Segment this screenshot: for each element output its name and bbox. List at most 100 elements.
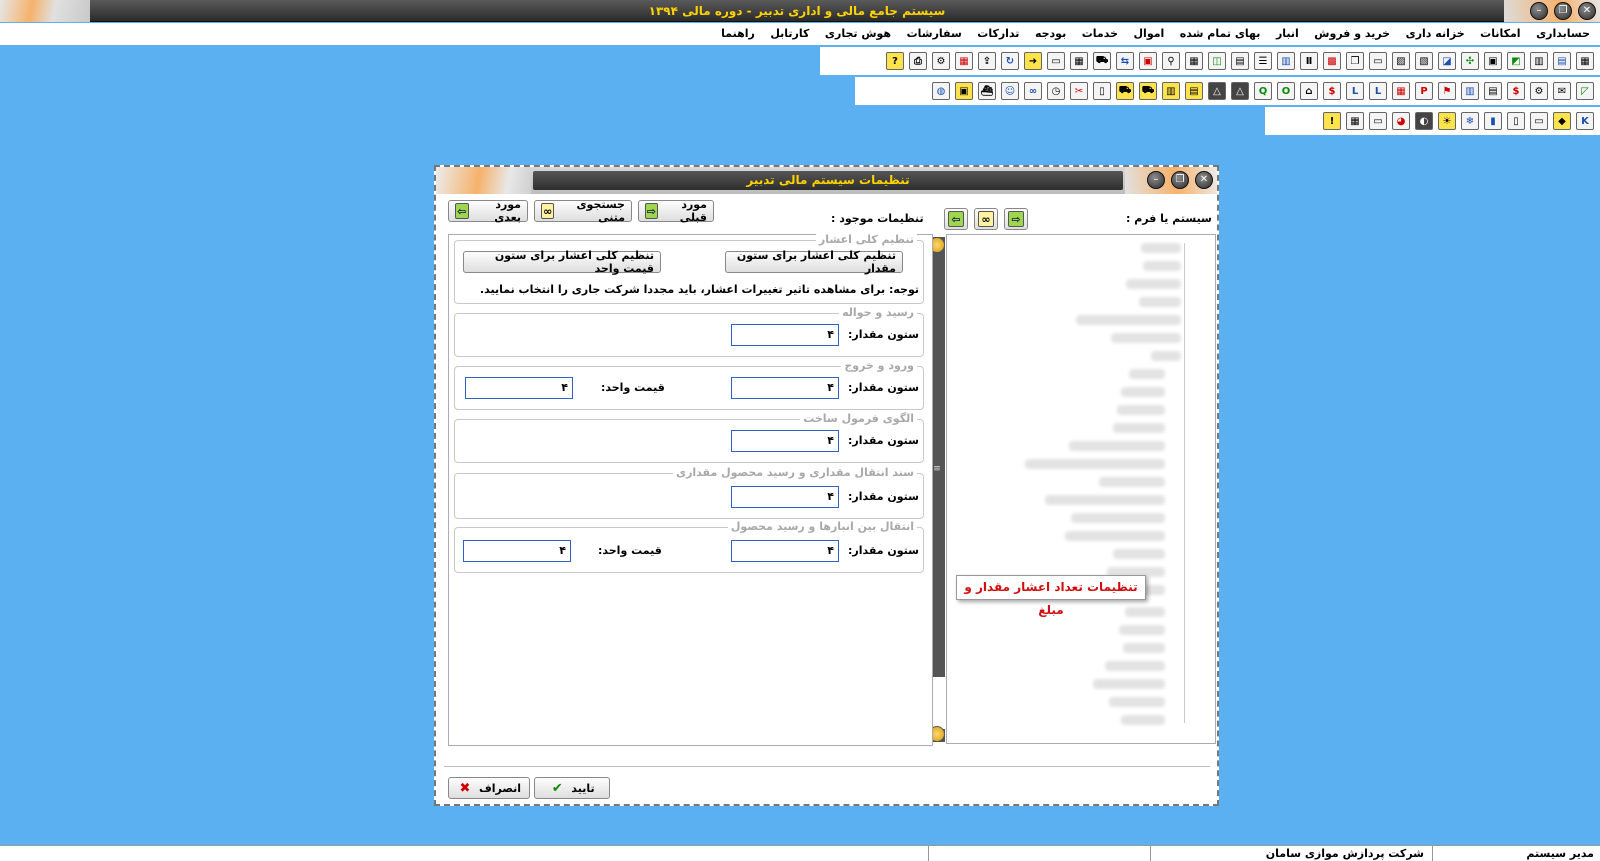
tree-next-button[interactable]: ⇨ — [1004, 208, 1028, 230]
calculator-icon[interactable]: ▥ — [1530, 52, 1548, 70]
factory-icon[interactable]: ▥ — [1461, 82, 1479, 100]
tree-node[interactable] — [1113, 423, 1165, 433]
tree-search-button[interactable]: ∞ — [974, 208, 998, 230]
bar-chart-icon[interactable]: ▮ — [1484, 112, 1502, 130]
folder-open-icon[interactable]: ▭ — [1530, 112, 1548, 130]
delivery-icon[interactable]: ⛟ — [1139, 82, 1157, 100]
clock-icon[interactable]: ◷ — [1047, 82, 1065, 100]
tree-node[interactable] — [1099, 477, 1165, 487]
warehouse-unit-price-decimals-input[interactable]: ۴ — [463, 540, 571, 562]
folder-icon[interactable]: ▨ — [1392, 52, 1410, 70]
dialog-restore-icon[interactable]: ❐ — [1171, 171, 1189, 189]
alert-icon[interactable]: △ — [1208, 82, 1226, 100]
cancel-button[interactable]: ✖ انصراف — [448, 777, 530, 799]
screen-icon[interactable]: ▭ — [1369, 112, 1387, 130]
journal-icon[interactable]: ▥ — [1162, 82, 1180, 100]
table-icon[interactable]: ▥ — [1277, 52, 1295, 70]
receipt-quantity-decimals-input[interactable]: ۴ — [731, 324, 839, 346]
dollar-icon[interactable]: $ — [1323, 82, 1341, 100]
tree-prev-button[interactable]: ⇦ — [944, 208, 968, 230]
grid-icon[interactable]: ▦ — [1576, 52, 1594, 70]
bank-icon[interactable]: ⌂ — [1300, 82, 1318, 100]
tree-node[interactable] — [1045, 495, 1165, 505]
dialog-minimize-icon[interactable]: – — [1147, 171, 1165, 189]
next-item-button[interactable]: ⇦ مورد بعدی — [448, 198, 528, 224]
restore-icon[interactable]: ❐ — [1554, 2, 1572, 20]
balance-icon[interactable]: Ⅱ — [1300, 52, 1318, 70]
menu-orders[interactable]: سفارشات — [901, 23, 968, 45]
tree-node[interactable] — [1093, 679, 1165, 689]
menu-services[interactable]: خدمات — [1076, 23, 1124, 45]
globe-icon[interactable]: ◍ — [932, 82, 950, 100]
transfer-quantity-decimals-input[interactable]: ۴ — [731, 486, 839, 508]
export-icon[interactable]: ⇪ — [978, 52, 996, 70]
calc-icon[interactable]: ▦ — [1346, 112, 1364, 130]
tree-node[interactable] — [1139, 297, 1181, 307]
archive-icon[interactable]: ▣ — [1484, 52, 1502, 70]
menu-procurement[interactable]: تدارکات — [971, 23, 1025, 45]
chart-line-icon[interactable]: ◸ — [1576, 82, 1594, 100]
image-icon[interactable]: ▦ — [1185, 52, 1203, 70]
close-icon[interactable]: ✕ — [1578, 2, 1596, 20]
tree-node[interactable] — [1071, 513, 1165, 523]
qa-icon[interactable]: Q — [1254, 82, 1272, 100]
lc-icon[interactable]: L — [1369, 82, 1387, 100]
exclamation-icon[interactable]: ! — [1323, 112, 1341, 130]
sun-icon[interactable]: ☀ — [1438, 112, 1456, 130]
menu-business-intelligence[interactable]: هوش تجاری — [819, 23, 897, 45]
stack-icon[interactable]: ▧ — [1415, 52, 1433, 70]
menu-budget[interactable]: بودجه — [1029, 23, 1072, 45]
tree-node[interactable] — [1126, 279, 1181, 289]
menu-warehouse[interactable]: انبار — [1270, 23, 1305, 45]
print-preview-icon[interactable]: ▣ — [1139, 52, 1157, 70]
set-unit-price-decimals-button[interactable]: تنظیم کلی اعشار برای ستون قیمت واحد — [463, 249, 661, 275]
calendar-icon[interactable]: ▦ — [955, 52, 973, 70]
tree-node[interactable] — [1123, 643, 1165, 653]
mail-icon[interactable]: ✉ — [1553, 82, 1571, 100]
snowflake-icon[interactable]: ❄ — [1461, 112, 1479, 130]
ledger-icon[interactable]: ▤ — [1185, 82, 1203, 100]
moon-icon[interactable]: ◐ — [1415, 112, 1433, 130]
layout-icon[interactable]: ◫ — [1208, 52, 1226, 70]
help-icon[interactable]: ? — [886, 52, 904, 70]
tree-node[interactable] — [1065, 531, 1165, 541]
trash-icon[interactable]: ▯ — [1507, 112, 1525, 130]
flag-icon[interactable]: ⚑ — [1438, 82, 1456, 100]
tree-node[interactable] — [1117, 405, 1165, 415]
oa-icon[interactable]: O — [1277, 82, 1295, 100]
tree-node[interactable] — [1113, 549, 1165, 559]
transfer-icon[interactable]: ⇆ — [1116, 52, 1134, 70]
refresh-icon[interactable]: ↻ — [1001, 52, 1019, 70]
settings-icon[interactable]: ⚙ — [932, 52, 950, 70]
report-icon[interactable]: ◪ — [1438, 52, 1456, 70]
tree-node[interactable] — [1076, 315, 1181, 325]
menu-accounting[interactable]: حسابداری — [1530, 23, 1596, 45]
search-icon[interactable]: ⚲ — [1162, 52, 1180, 70]
menu-cartable[interactable]: کارتابل — [764, 23, 815, 45]
ok-button[interactable]: ✔ تایید — [534, 777, 610, 799]
list-icon[interactable]: ☰ — [1254, 52, 1272, 70]
document-icon[interactable]: ▤ — [1553, 52, 1571, 70]
voucher-icon[interactable]: ▦ — [1392, 82, 1410, 100]
window-icon[interactable]: ▭ — [1369, 52, 1387, 70]
tree-node[interactable] — [1141, 243, 1181, 253]
inout-unit-price-decimals-input[interactable]: ۴ — [465, 377, 573, 399]
ship-icon[interactable]: ⛴ — [978, 82, 996, 100]
set-quantity-decimals-button[interactable]: تنظیم کلی اعشار برای ستون مقدار — [725, 249, 903, 275]
sheet-icon[interactable]: ▤ — [1231, 52, 1249, 70]
tree-node[interactable] — [1111, 333, 1181, 343]
chart-icon[interactable]: ◩ — [1507, 52, 1525, 70]
dialog-close-icon[interactable]: ✕ — [1195, 171, 1213, 189]
tree-node[interactable] — [1151, 351, 1181, 361]
warehouse-quantity-decimals-input[interactable]: ۴ — [731, 540, 839, 562]
inout-quantity-decimals-input[interactable]: ۴ — [731, 377, 839, 399]
formula-quantity-decimals-input[interactable]: ۴ — [731, 430, 839, 452]
tree-node[interactable] — [1125, 607, 1165, 617]
dollar-euro-icon[interactable]: $ — [1507, 82, 1525, 100]
brand-k-icon[interactable]: K — [1576, 112, 1594, 130]
tree-node[interactable] — [1143, 261, 1181, 271]
printer-icon[interactable]: ⎙ — [909, 52, 927, 70]
lc-alt-icon[interactable]: L — [1346, 82, 1364, 100]
text-search-button[interactable]: ∞ جستجوی متنی — [534, 198, 632, 224]
copy-icon[interactable]: ❐ — [1346, 52, 1364, 70]
